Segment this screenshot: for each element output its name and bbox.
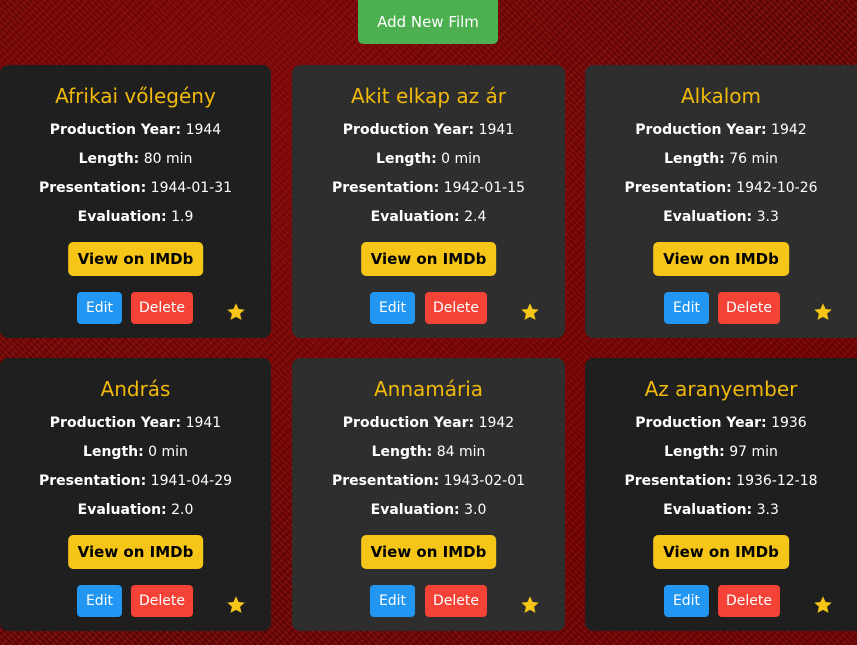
view-on-imdb-button[interactable]: View on IMDb bbox=[360, 535, 497, 569]
edit-button[interactable]: Edit bbox=[370, 292, 415, 324]
production-year-row: Production Year: 1941 bbox=[342, 122, 515, 138]
evaluation-value: 1.9 bbox=[171, 209, 194, 225]
view-on-imdb-button[interactable]: View on IMDb bbox=[67, 535, 204, 569]
evaluation-value: 3.0 bbox=[464, 502, 487, 518]
view-on-imdb-button[interactable]: View on IMDb bbox=[653, 535, 789, 569]
evaluation-row: Evaluation: 3.0 bbox=[370, 502, 487, 518]
film-title: Az aranyember bbox=[644, 377, 798, 401]
evaluation-value: 3.3 bbox=[756, 502, 779, 518]
edit-button[interactable]: Edit bbox=[664, 585, 709, 617]
delete-button[interactable]: Delete bbox=[718, 585, 780, 617]
length-value: 0 min bbox=[148, 444, 188, 460]
production-year-row: Production Year: 1941 bbox=[49, 415, 222, 431]
evaluation-value: 3.3 bbox=[756, 209, 779, 225]
length-row: Length: 76 min bbox=[664, 151, 778, 167]
evaluation-row: Evaluation: 1.9 bbox=[77, 209, 194, 225]
presentation-row: Presentation: 1936-12-18 bbox=[624, 473, 818, 489]
view-on-imdb-button[interactable]: View on IMDb bbox=[360, 242, 497, 276]
length-row: Length: 0 min bbox=[83, 444, 188, 460]
production-year-row: Production Year: 1944 bbox=[49, 122, 222, 138]
presentation-value: 1936-12-18 bbox=[736, 473, 818, 489]
film-title: Alkalom bbox=[681, 84, 761, 108]
presentation-row: Presentation: 1941-04-29 bbox=[38, 473, 233, 489]
presentation-row: Presentation: 1942-01-15 bbox=[331, 180, 526, 196]
film-title: Annamária bbox=[373, 377, 484, 401]
production-year-row: Production Year: 1942 bbox=[342, 415, 515, 431]
presentation-row: Presentation: 1944-01-31 bbox=[38, 180, 233, 196]
length-row: Length: 84 min bbox=[371, 444, 486, 460]
film-card: Annamária Production Year: 1942 Length: … bbox=[292, 358, 565, 631]
star-icon[interactable] bbox=[226, 302, 246, 322]
presentation-row: Presentation: 1942-10-26 bbox=[624, 180, 818, 196]
production-year-value: 1944 bbox=[185, 122, 222, 138]
delete-button[interactable]: Delete bbox=[718, 292, 780, 324]
production-year-value: 1941 bbox=[185, 415, 222, 431]
length-value: 0 min bbox=[441, 151, 481, 167]
delete-button[interactable]: Delete bbox=[131, 585, 193, 617]
presentation-value: 1942-10-26 bbox=[736, 180, 818, 196]
presentation-value: 1943-02-01 bbox=[443, 473, 526, 489]
star-icon[interactable] bbox=[813, 302, 833, 322]
presentation-value: 1944-01-31 bbox=[150, 180, 233, 196]
film-card: Akit elkap az ár Production Year: 1941 L… bbox=[292, 65, 565, 338]
production-year-value: 1942 bbox=[771, 122, 807, 138]
length-value: 84 min bbox=[436, 444, 486, 460]
evaluation-row: Evaluation: 3.3 bbox=[663, 209, 779, 225]
delete-button[interactable]: Delete bbox=[425, 585, 487, 617]
edit-button[interactable]: Edit bbox=[77, 585, 122, 617]
film-title: Afrikai vőlegény bbox=[55, 84, 216, 108]
star-icon[interactable] bbox=[813, 595, 833, 615]
view-on-imdb-button[interactable]: View on IMDb bbox=[67, 242, 204, 276]
production-year-row: Production Year: 1936 bbox=[635, 415, 807, 431]
star-icon[interactable] bbox=[520, 595, 540, 615]
star-icon[interactable] bbox=[520, 302, 540, 322]
production-year-value: 1942 bbox=[478, 415, 515, 431]
length-value: 76 min bbox=[729, 151, 778, 167]
evaluation-row: Evaluation: 2.4 bbox=[370, 209, 487, 225]
evaluation-value: 2.4 bbox=[464, 209, 487, 225]
evaluation-row: Evaluation: 3.3 bbox=[663, 502, 779, 518]
view-on-imdb-button[interactable]: View on IMDb bbox=[653, 242, 789, 276]
length-value: 97 min bbox=[729, 444, 778, 460]
film-card: Alkalom Production Year: 1942 Length: 76… bbox=[585, 65, 857, 338]
evaluation-row: Evaluation: 2.0 bbox=[77, 502, 194, 518]
film-card: Afrikai vőlegény Production Year: 1944 L… bbox=[0, 65, 271, 338]
length-row: Length: 80 min bbox=[78, 151, 193, 167]
production-year-value: 1936 bbox=[771, 415, 807, 431]
edit-button[interactable]: Edit bbox=[370, 585, 415, 617]
evaluation-value: 2.0 bbox=[171, 502, 194, 518]
add-new-film-button[interactable]: Add New Film bbox=[358, 0, 498, 44]
length-value: 80 min bbox=[143, 151, 193, 167]
film-title: András bbox=[100, 377, 171, 401]
edit-button[interactable]: Edit bbox=[77, 292, 122, 324]
length-row: Length: 97 min bbox=[664, 444, 778, 460]
edit-button[interactable]: Edit bbox=[664, 292, 709, 324]
production-year-row: Production Year: 1942 bbox=[635, 122, 807, 138]
presentation-row: Presentation: 1943-02-01 bbox=[331, 473, 526, 489]
presentation-value: 1942-01-15 bbox=[443, 180, 526, 196]
star-icon[interactable] bbox=[226, 595, 246, 615]
film-card: András Production Year: 1941 Length: 0 m… bbox=[0, 358, 271, 631]
presentation-value: 1941-04-29 bbox=[150, 473, 233, 489]
length-row: Length: 0 min bbox=[376, 151, 481, 167]
delete-button[interactable]: Delete bbox=[131, 292, 193, 324]
film-card: Az aranyember Production Year: 1936 Leng… bbox=[585, 358, 857, 631]
delete-button[interactable]: Delete bbox=[425, 292, 487, 324]
film-title: Akit elkap az ár bbox=[350, 84, 506, 108]
production-year-value: 1941 bbox=[478, 122, 515, 138]
